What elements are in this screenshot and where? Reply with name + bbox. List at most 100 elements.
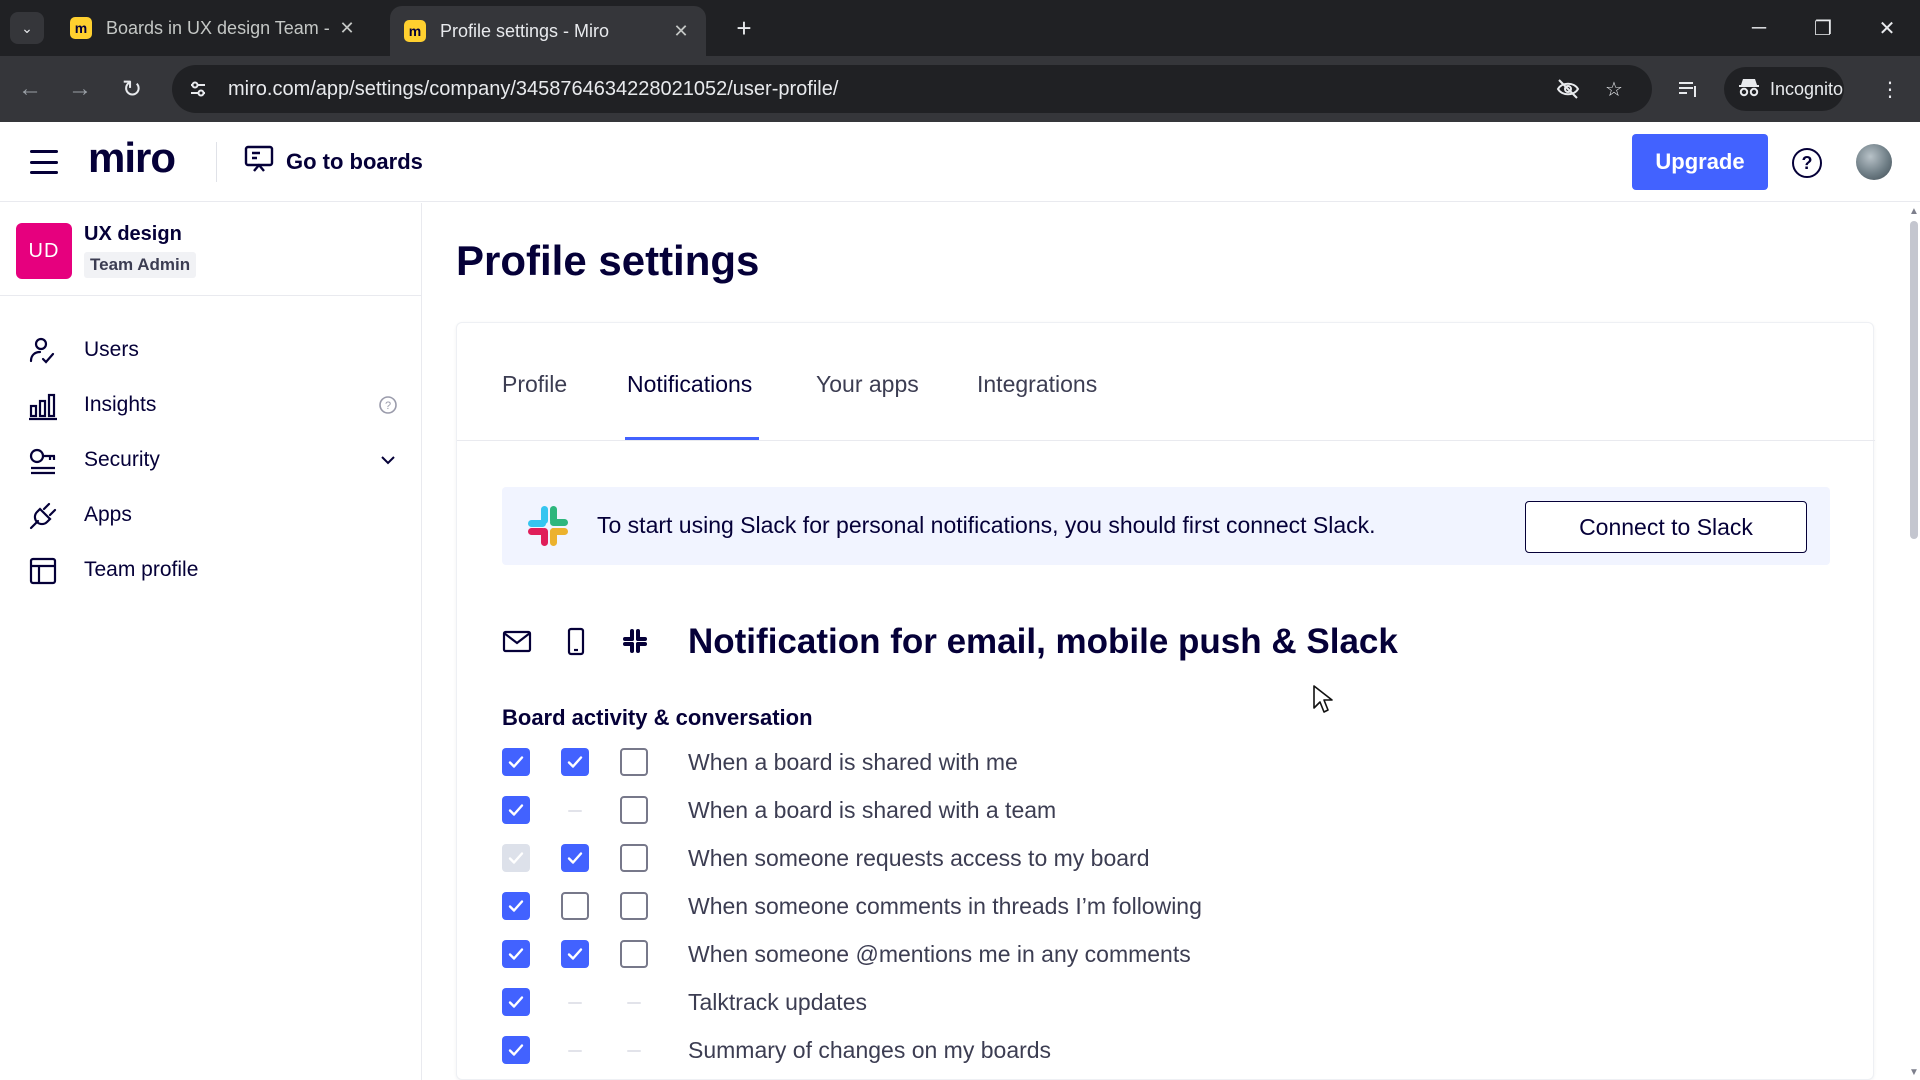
email-icon bbox=[502, 626, 532, 656]
slack-checkbox[interactable] bbox=[620, 940, 648, 968]
miro-logo[interactable]: miro bbox=[88, 134, 176, 182]
browser-tab-boards[interactable]: m Boards in UX design Team - Miro ✕ bbox=[56, 8, 372, 48]
mobile-checkbox[interactable] bbox=[561, 844, 589, 872]
sidebar-item-security[interactable]: Security bbox=[0, 432, 421, 488]
close-tab-icon[interactable]: ✕ bbox=[336, 17, 358, 39]
reload-button[interactable]: ↻ bbox=[116, 73, 148, 105]
tab-integrations[interactable]: Integrations bbox=[977, 371, 1097, 398]
sidebar-item-apps[interactable]: Apps bbox=[0, 487, 421, 543]
site-info-icon[interactable] bbox=[178, 69, 218, 109]
mobile-unavailable-dash bbox=[568, 1002, 582, 1004]
mobile-checkbox[interactable] bbox=[561, 748, 589, 776]
svg-text:?: ? bbox=[385, 400, 391, 412]
new-tab-button[interactable]: + bbox=[730, 13, 758, 43]
email-checkbox[interactable] bbox=[502, 796, 530, 824]
sidebar-item-insights[interactable]: Insights ? bbox=[0, 377, 421, 433]
notifications-header: Notification for email, mobile push & Sl… bbox=[502, 618, 1502, 668]
settings-card: Profile Notifications Your apps Integrat… bbox=[456, 322, 1875, 1080]
bookmark-star-icon[interactable]: ☆ bbox=[1598, 73, 1630, 105]
email-checkbox[interactable] bbox=[502, 1036, 530, 1064]
incognito-label: Incognito bbox=[1770, 78, 1844, 99]
restore-icon[interactable]: ❐ bbox=[1806, 12, 1840, 44]
info-icon[interactable]: ? bbox=[377, 394, 399, 416]
notification-row: When someone comments in threads I’m fol… bbox=[502, 887, 1702, 927]
tab-search-button[interactable]: ⌄ bbox=[10, 12, 44, 44]
slack-checkbox[interactable] bbox=[620, 748, 648, 776]
notification-row: When a board is shared with me bbox=[502, 743, 1702, 783]
slack-icon bbox=[620, 626, 650, 656]
go-to-boards-label: Go to boards bbox=[286, 149, 423, 174]
settings-tabs: Profile Notifications Your apps Integrat… bbox=[457, 323, 1875, 441]
notification-row: When someone @mentions me in any comment… bbox=[502, 935, 1702, 975]
notification-label: When someone comments in threads I’m fol… bbox=[688, 893, 1202, 919]
boards-icon bbox=[244, 145, 274, 179]
user-avatar[interactable] bbox=[1856, 144, 1892, 180]
slack-connect-banner: To start using Slack for personal notifi… bbox=[502, 487, 1830, 565]
incognito-icon bbox=[1738, 77, 1760, 102]
address-bar[interactable]: miro.com/app/settings/company/3458764634… bbox=[172, 65, 1652, 113]
tab-title: Profile settings - Miro bbox=[440, 20, 610, 41]
browser-tabstrip: ⌄ m Boards in UX design Team - Miro ✕ m … bbox=[0, 0, 1920, 56]
notification-label: When someone requests access to my board bbox=[688, 845, 1150, 871]
scroll-down-icon[interactable]: ▼ bbox=[1908, 1066, 1920, 1078]
help-icon[interactable]: ? bbox=[1792, 148, 1822, 178]
user-check-icon bbox=[28, 336, 58, 366]
browser-toolbar: ← → ↻ miro.com/app/settings/company/3458… bbox=[0, 56, 1920, 122]
mobile-checkbox[interactable] bbox=[561, 940, 589, 968]
scroll-up-icon[interactable]: ▲ bbox=[1908, 205, 1920, 217]
team-name: UX design bbox=[84, 223, 182, 245]
minimize-icon[interactable]: ─ bbox=[1742, 12, 1776, 44]
forward-button[interactable]: → bbox=[64, 73, 96, 105]
go-to-boards-button[interactable]: Go to boards bbox=[244, 142, 423, 182]
connect-to-slack-button[interactable]: Connect to Slack bbox=[1525, 501, 1807, 553]
notifications-title: Notification for email, mobile push & Sl… bbox=[688, 622, 1398, 661]
sidebar-item-team-profile[interactable]: Team profile bbox=[0, 542, 421, 598]
email-checkbox[interactable] bbox=[502, 988, 530, 1016]
header-divider bbox=[216, 142, 217, 182]
tab-profile[interactable]: Profile bbox=[502, 371, 567, 398]
email-checkbox[interactable] bbox=[502, 940, 530, 968]
notification-label: When a board is shared with me bbox=[688, 749, 1018, 775]
mobile-unavailable-dash bbox=[568, 1050, 582, 1052]
mobile-unavailable-dash bbox=[568, 810, 582, 812]
sidebar-item-users[interactable]: Users bbox=[0, 322, 421, 378]
slack-banner-text: To start using Slack for personal notifi… bbox=[597, 512, 1376, 538]
notification-row: When a board is shared with a team bbox=[502, 791, 1702, 831]
incognito-indicator[interactable]: Incognito bbox=[1724, 67, 1844, 111]
slack-checkbox[interactable] bbox=[620, 796, 648, 824]
scroll-thumb[interactable] bbox=[1910, 221, 1918, 539]
notification-row: Summary of changes on my boards bbox=[502, 1031, 1702, 1071]
slack-unavailable-dash bbox=[627, 1002, 641, 1004]
email-checkbox[interactable] bbox=[502, 748, 530, 776]
sidebar-item-label: Security bbox=[84, 448, 160, 471]
mobile-checkbox[interactable] bbox=[561, 892, 589, 920]
browser-menu-icon[interactable]: ⋮ bbox=[1874, 73, 1906, 105]
tab-title: Boards in UX design Team - Miro bbox=[106, 17, 336, 38]
close-window-icon[interactable]: ✕ bbox=[1870, 12, 1904, 44]
notification-row: When someone requests access to my board bbox=[502, 839, 1702, 879]
tab-your-apps[interactable]: Your apps bbox=[816, 371, 919, 398]
email-checkbox bbox=[502, 844, 530, 872]
eye-off-icon[interactable] bbox=[1552, 73, 1584, 105]
settings-sidebar: UD UX design Team Admin Users Insights ?… bbox=[0, 203, 422, 1080]
email-checkbox[interactable] bbox=[502, 892, 530, 920]
sidebar-item-label: Team profile bbox=[84, 558, 199, 581]
upgrade-button[interactable]: Upgrade bbox=[1632, 134, 1768, 190]
browser-tab-profile-settings[interactable]: m Profile settings - Miro ✕ bbox=[390, 6, 706, 56]
hamburger-menu-icon[interactable] bbox=[30, 150, 58, 174]
tab-notifications[interactable]: Notifications bbox=[627, 371, 752, 398]
team-switcher[interactable]: UD UX design Team Admin bbox=[0, 203, 421, 296]
chevron-down-icon[interactable] bbox=[377, 449, 399, 471]
slack-checkbox[interactable] bbox=[620, 892, 648, 920]
back-button[interactable]: ← bbox=[14, 73, 46, 105]
url-text: miro.com/app/settings/company/3458764634… bbox=[228, 77, 839, 100]
layout-icon bbox=[28, 556, 58, 586]
slack-logo-icon bbox=[524, 502, 572, 550]
app-header: miro Go to boards Upgrade ? bbox=[0, 122, 1920, 202]
mobile-icon bbox=[561, 626, 591, 656]
notification-label: Summary of changes on my boards bbox=[688, 1037, 1052, 1063]
slack-checkbox[interactable] bbox=[620, 844, 648, 872]
page-scrollbar[interactable]: ▲ ▼ bbox=[1908, 203, 1920, 1080]
close-tab-icon[interactable]: ✕ bbox=[670, 20, 692, 42]
media-controls-icon[interactable] bbox=[1672, 73, 1704, 105]
